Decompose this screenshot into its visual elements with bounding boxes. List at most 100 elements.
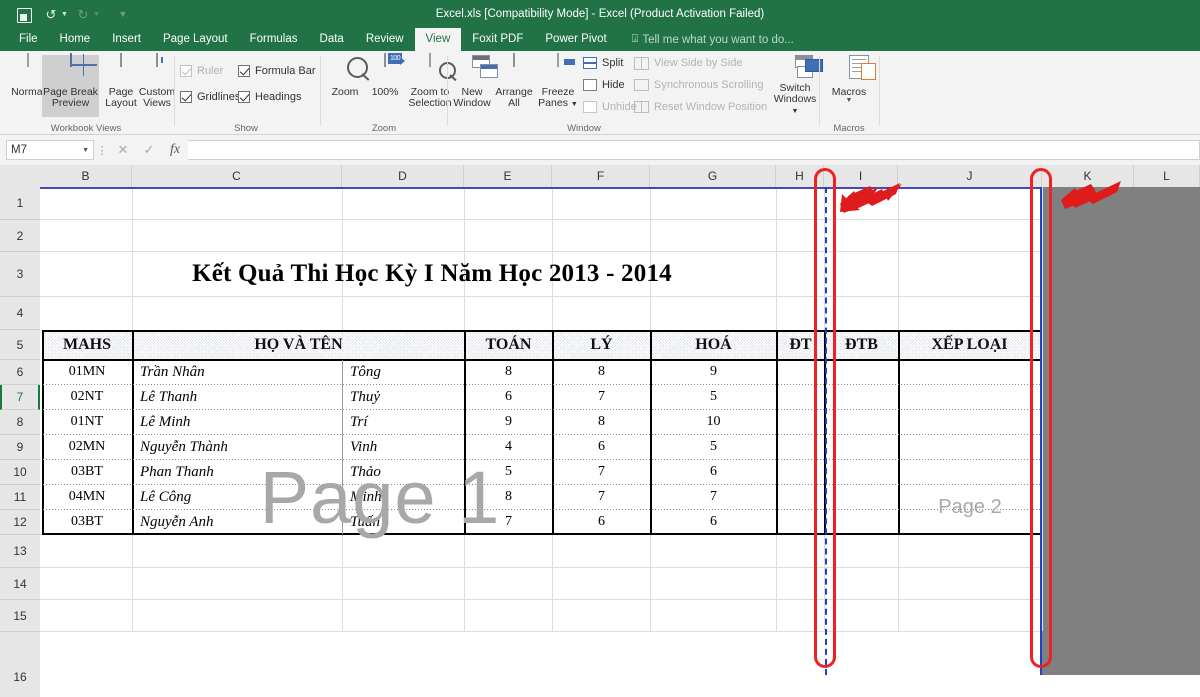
column-header-c[interactable]: C [132, 165, 342, 187]
check-gridlines[interactable]: Gridlines [180, 91, 240, 103]
cell-ly[interactable]: 8 [553, 410, 650, 434]
column-header-g[interactable]: G [650, 165, 776, 187]
name-box-resize-handle[interactable]: ⋮ [94, 144, 110, 157]
cell-ho[interactable]: Nguyễn Thành [135, 435, 342, 459]
chevron-down-icon[interactable]: ▼ [846, 97, 853, 104]
cell-ly[interactable]: 7 [553, 485, 650, 509]
switch-windows-button[interactable]: Switch Windows ▼ [769, 55, 823, 117]
row-header-14[interactable]: 14 [0, 568, 40, 600]
cell-toan[interactable]: 8 [465, 360, 552, 384]
tab-page-layout[interactable]: Page Layout [152, 28, 239, 51]
cell-ho[interactable]: Phan Thanh [135, 460, 342, 484]
cell-toan[interactable]: 7 [465, 510, 552, 534]
split-toggle[interactable]: Split [583, 57, 623, 69]
cell-ly[interactable]: 7 [553, 385, 650, 409]
check-formula-bar[interactable]: Formula Bar [238, 65, 316, 77]
cell-hoa[interactable]: 5 [651, 435, 776, 459]
hide-button[interactable]: Hide [583, 79, 625, 91]
name-box[interactable]: M7 ▼ [6, 140, 94, 160]
cell-ly[interactable]: 8 [553, 360, 650, 384]
view-page-break-preview-button[interactable]: Page Break Preview [42, 53, 99, 117]
check-headings[interactable]: Headings [238, 91, 301, 103]
row-header-10[interactable]: 10 [0, 460, 40, 485]
row-header-1[interactable]: 1 [0, 187, 40, 220]
cell-ten[interactable]: Minh [345, 485, 464, 509]
column-header-l[interactable]: L [1134, 165, 1200, 187]
row-header-2[interactable]: 2 [0, 220, 40, 252]
cell-toan[interactable]: 4 [465, 435, 552, 459]
column-header-h[interactable]: H [776, 165, 824, 187]
cell-mahs[interactable]: 02NT [42, 385, 132, 409]
cell-ten[interactable]: Thảo [345, 460, 464, 484]
tab-file[interactable]: File [8, 28, 49, 51]
tab-review[interactable]: Review [355, 28, 415, 51]
cell-hoa[interactable]: 5 [651, 385, 776, 409]
cell-ly[interactable]: 7 [553, 460, 650, 484]
row-header-13[interactable]: 13 [0, 535, 40, 568]
row-header-12[interactable]: 12 [0, 510, 40, 535]
row-header-4[interactable]: 4 [0, 297, 40, 330]
cancel-formula-button[interactable]: ✕ [110, 142, 136, 158]
tab-foxit-pdf[interactable]: Foxit PDF [461, 28, 534, 51]
tab-home[interactable]: Home [49, 28, 102, 51]
cell-ho[interactable]: Lê Công [135, 485, 342, 509]
cell-mahs[interactable]: 04MN [42, 485, 132, 509]
cell-ho[interactable]: Nguyễn Anh [135, 510, 342, 534]
tab-insert[interactable]: Insert [101, 28, 152, 51]
column-header-b[interactable]: B [40, 165, 132, 187]
new-window-button[interactable]: New Window [451, 55, 498, 117]
cell-toan[interactable]: 5 [465, 460, 552, 484]
row-header-6[interactable]: 6 [0, 360, 40, 385]
cell-mahs[interactable]: 02MN [42, 435, 132, 459]
enter-formula-button[interactable]: ✓ [136, 142, 162, 158]
column-header-f[interactable]: F [552, 165, 650, 187]
cell-toan[interactable]: 9 [465, 410, 552, 434]
tab-data[interactable]: Data [309, 28, 355, 51]
cell-hoa[interactable]: 9 [651, 360, 776, 384]
cell-toan[interactable]: 8 [465, 485, 552, 509]
tab-view[interactable]: View [414, 28, 462, 51]
cell-toan[interactable]: 6 [465, 385, 552, 409]
check-ruler[interactable]: Ruler [180, 65, 223, 77]
row-header-11[interactable]: 11 [0, 485, 40, 510]
tab-formulas[interactable]: Formulas [239, 28, 309, 51]
tell-me-search[interactable]: ⍗ Tell me what you want to do... [618, 28, 794, 51]
zoom-100-button[interactable]: 100 100% [364, 53, 406, 117]
cell-hoa[interactable]: 7 [651, 485, 776, 509]
cell-hoa[interactable]: 6 [651, 510, 776, 534]
row-header-16[interactable]: 16 [0, 662, 40, 697]
cell-ten[interactable]: Tuấn [345, 510, 464, 534]
cell-hoa[interactable]: 10 [651, 410, 776, 434]
row-header-7[interactable]: 7 [0, 385, 40, 410]
insert-function-button[interactable]: fx [162, 142, 188, 158]
column-header-e[interactable]: E [464, 165, 552, 187]
cell-ho[interactable]: Lê Thanh [135, 385, 342, 409]
macros-button[interactable]: Macros ▼ [823, 55, 876, 117]
cell-ly[interactable]: 6 [553, 435, 650, 459]
cell-ten[interactable]: Tông [345, 360, 464, 384]
formula-input[interactable] [188, 140, 1200, 160]
row-header-3[interactable]: 3 [0, 252, 40, 297]
column-header-k[interactable]: K [1042, 165, 1134, 187]
cell-ten[interactable]: Vinh [345, 435, 464, 459]
cell-mahs[interactable]: 01NT [42, 410, 132, 434]
cell-hoa[interactable]: 6 [651, 460, 776, 484]
cell-ly[interactable]: 6 [553, 510, 650, 534]
page-break-dashed-line[interactable] [825, 187, 827, 675]
cell-ho[interactable]: Trần Nhân [135, 360, 342, 384]
cell-mahs[interactable]: 03BT [42, 460, 132, 484]
row-header-9[interactable]: 9 [0, 435, 40, 460]
tab-power-pivot[interactable]: Power Pivot [534, 28, 617, 51]
cell-mahs[interactable]: 01MN [42, 360, 132, 384]
freeze-panes-button[interactable]: Freeze Panes ▼ [535, 53, 581, 117]
sheet-canvas[interactable]: Kết Quả Thi Học Kỳ I Năm Học 2013 - 2014… [40, 187, 1200, 675]
cell-ten[interactable]: Trí [345, 410, 464, 434]
cell-ho[interactable]: Lê Minh [135, 410, 342, 434]
row-header-5[interactable]: 5 [0, 330, 40, 360]
row-header-8[interactable]: 8 [0, 410, 40, 435]
row-header-15[interactable]: 15 [0, 600, 40, 632]
column-header-d[interactable]: D [342, 165, 464, 187]
column-header-j[interactable]: J [898, 165, 1042, 187]
column-header-i[interactable]: I [824, 165, 898, 187]
cell-ten[interactable]: Thuỷ [345, 385, 464, 409]
